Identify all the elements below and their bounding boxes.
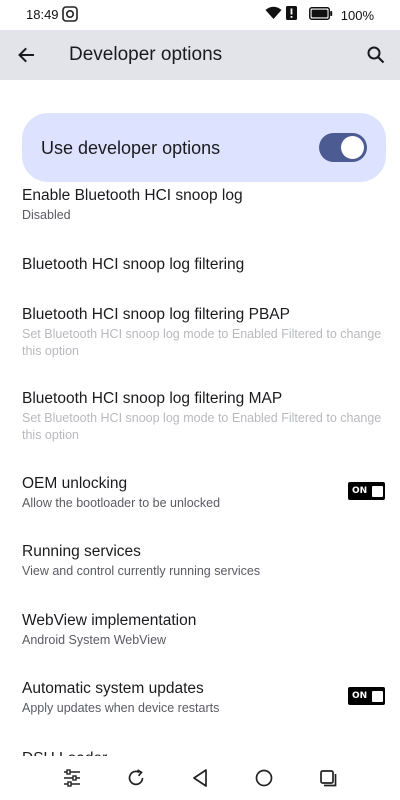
back-triangle-icon [193, 769, 207, 787]
setting-bt-hci-snoop-log-filtering[interactable]: Bluetooth HCI snoop log filtering [22, 255, 386, 275]
wifi-icon [265, 6, 282, 25]
rotate-button[interactable] [124, 766, 148, 790]
setting-bt-hci-snoop-log-filtering-pbap: Bluetooth HCI snoop log filtering PBAP S… [22, 305, 386, 360]
back-button[interactable] [10, 39, 42, 71]
setting-title: Automatic system updates [22, 680, 204, 697]
setting-summary: Set Bluetooth HCI snoop log mode to Enab… [22, 327, 382, 358]
setting-title: Bluetooth HCI snoop log filtering PBAP [22, 306, 290, 323]
setting-summary: View and control currently running servi… [22, 564, 261, 578]
switch-knob [372, 485, 384, 497]
setting-summary: Allow the bootloader to be unlocked [22, 496, 221, 510]
setting-bt-hci-snoop-log-filtering-map: Bluetooth HCI snoop log filtering MAP Se… [22, 389, 386, 444]
setting-title: Enable Bluetooth HCI snoop log [22, 187, 243, 204]
battery-percent: 100% [340, 8, 374, 23]
setting-title: Bluetooth HCI snoop log filtering MAP [22, 390, 283, 407]
use-developer-options-label: Use developer options [41, 138, 221, 158]
switch-on-label: ON [352, 486, 368, 496]
switch-knob [372, 690, 384, 702]
search-button[interactable] [360, 39, 392, 71]
arrow-left-icon [18, 47, 34, 63]
setting-running-services[interactable]: Running services View and control curren… [22, 542, 386, 580]
setting-enable-bt-hci-snoop-log[interactable]: Enable Bluetooth HCI snoop log Disabled [22, 186, 386, 224]
app-bar: Developer options [0, 30, 400, 80]
battery-icon [308, 6, 333, 25]
home-circle-icon [255, 769, 273, 787]
status-time: 18:49 [26, 7, 59, 22]
screen-record-icon [62, 6, 78, 22]
oem-unlocking-switch[interactable]: ON [348, 482, 385, 500]
recents-square-icon [320, 770, 337, 787]
setting-oem-unlocking[interactable]: OEM unlocking Allow the bootloader to be… [22, 474, 386, 512]
setting-summary: Apply updates when device restarts [22, 701, 220, 715]
page-title: Developer options [69, 44, 223, 65]
setting-summary: Set Bluetooth HCI snoop log mode to Enab… [22, 411, 382, 442]
navigation-bar [0, 756, 400, 800]
switch-on-label: ON [352, 691, 368, 701]
setting-webview-implementation[interactable]: WebView implementation Android System We… [22, 611, 386, 649]
setting-title: OEM unlocking [22, 475, 128, 492]
setting-summary: Disabled [22, 208, 71, 222]
setting-automatic-system-updates[interactable]: Automatic system updates Apply updates w… [22, 679, 386, 717]
status-bar: 18:49 100% [0, 0, 400, 30]
switch-thumb [341, 136, 364, 159]
use-developer-options-switch[interactable] [319, 133, 367, 162]
setting-summary: Android System WebView [22, 633, 167, 647]
sliders-button[interactable] [60, 766, 84, 790]
alert-icon [285, 6, 297, 25]
nav-recents-button[interactable] [316, 766, 340, 790]
sliders-icon [64, 769, 80, 787]
setting-title: WebView implementation [22, 612, 197, 629]
nav-home-button[interactable] [252, 766, 276, 790]
rotate-icon [128, 769, 144, 786]
setting-title: Bluetooth HCI snoop log filtering [22, 256, 245, 273]
search-icon [367, 46, 385, 64]
use-developer-options-card[interactable]: Use developer options [22, 113, 386, 182]
nav-back-button[interactable] [188, 766, 212, 790]
setting-title: Running services [22, 543, 141, 560]
automatic-system-updates-switch[interactable]: ON [348, 687, 385, 705]
